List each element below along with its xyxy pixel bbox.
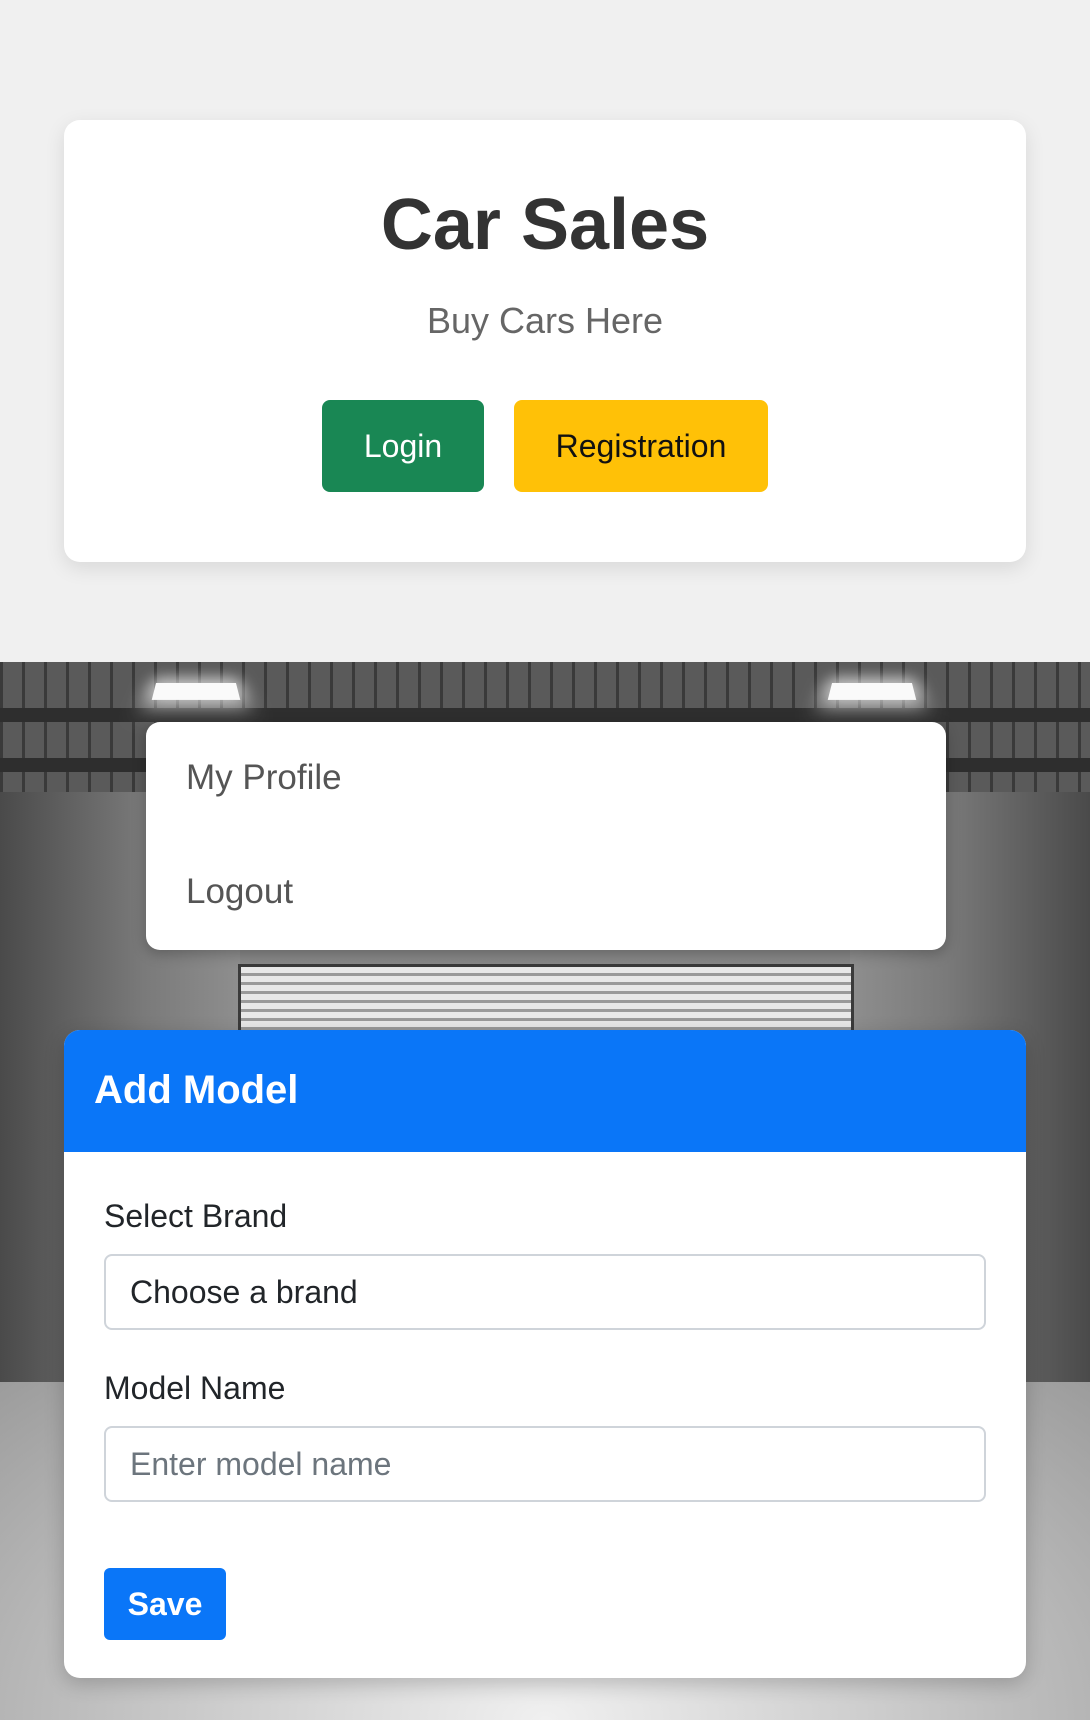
- brand-select[interactable]: Choose a brand: [104, 1254, 986, 1330]
- brand-select-value: Choose a brand: [130, 1273, 358, 1310]
- save-button[interactable]: Save: [104, 1568, 226, 1640]
- auth-buttons: Login Registration: [64, 400, 1026, 492]
- ceiling-light: [151, 682, 241, 700]
- brand-label: Select Brand: [104, 1198, 288, 1234]
- login-button[interactable]: Login: [322, 400, 484, 492]
- model-name-input[interactable]: [104, 1426, 986, 1502]
- card-title: Add Model: [94, 1068, 299, 1112]
- registration-button[interactable]: Registration: [514, 400, 768, 492]
- page-subtitle: Buy Cars Here: [426, 300, 664, 341]
- menu-item-my-profile[interactable]: My Profile: [186, 758, 342, 798]
- add-model-card: Add Model Select Brand Choose a brand Mo…: [64, 1030, 1026, 1678]
- hero-card: Car Sales Buy Cars Here Login Registrati…: [64, 120, 1026, 562]
- card-header: Add Model: [64, 1030, 1026, 1152]
- model-name-label: Model Name: [104, 1370, 286, 1406]
- ceiling-light: [827, 682, 917, 700]
- ceiling-beam: [0, 708, 1090, 722]
- menu-item-logout[interactable]: Logout: [186, 872, 293, 912]
- user-dropdown-menu: My Profile Logout: [146, 722, 946, 950]
- page-title: Car Sales: [380, 185, 710, 265]
